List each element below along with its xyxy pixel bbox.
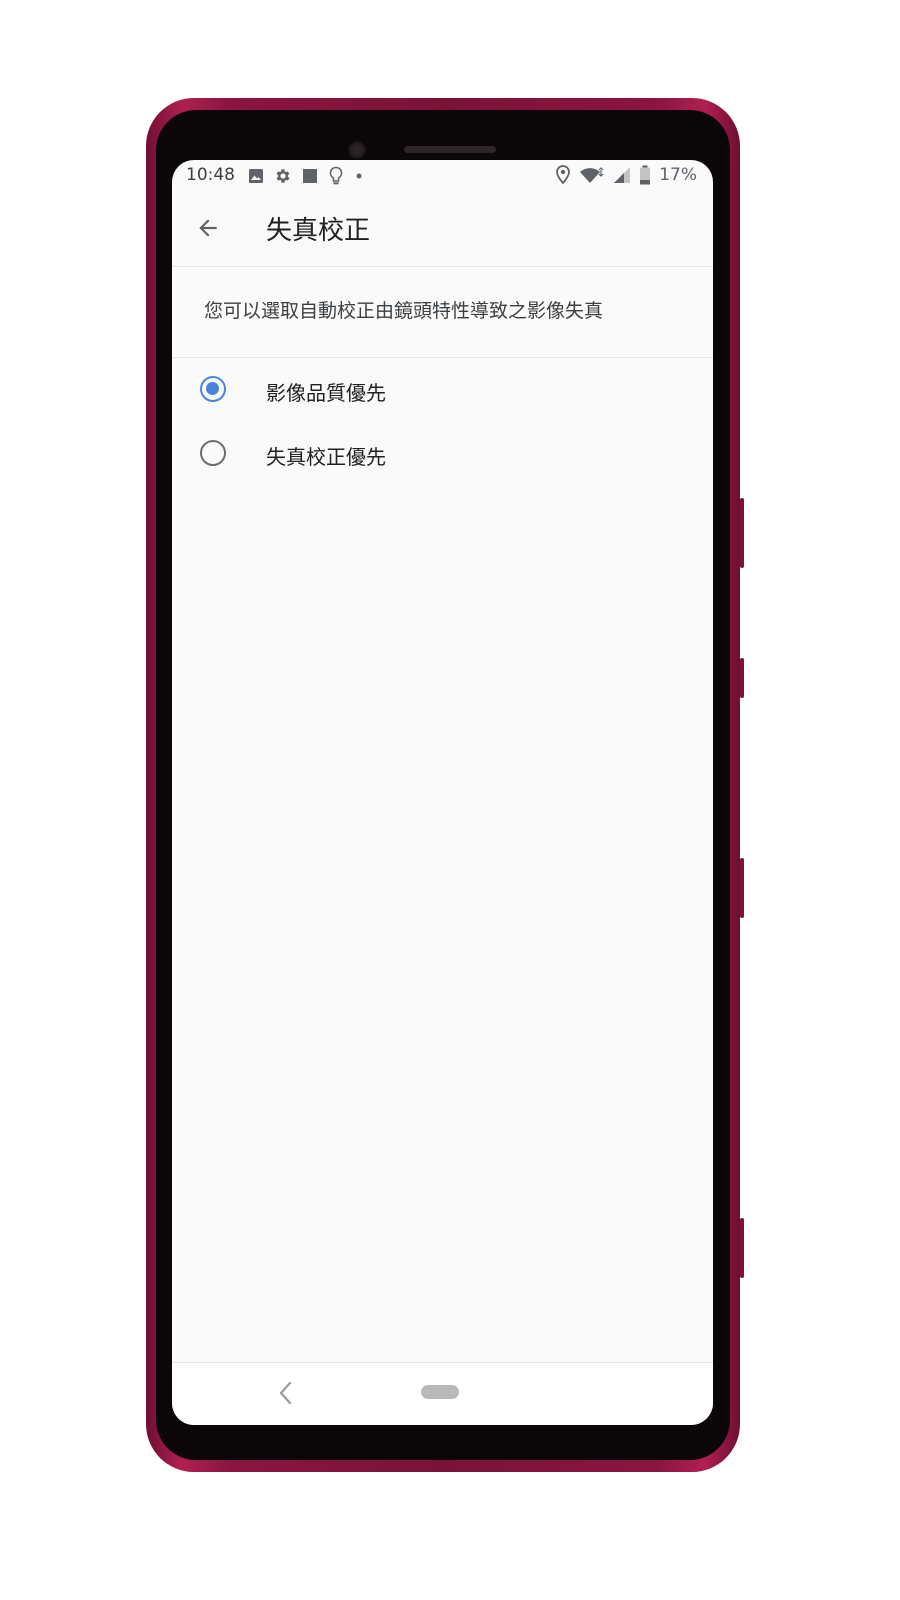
phone-screen: 10:48 17% 失真校正 您可以選取自動校正由鏡頭特性導致之影像失真 影像品… xyxy=(172,160,713,1425)
nav-home-pill[interactable] xyxy=(421,1385,459,1399)
notification-icons xyxy=(248,166,364,186)
wifi-icon xyxy=(580,167,604,183)
signal-icon xyxy=(614,167,631,183)
app-bar: 失真校正 xyxy=(172,192,713,267)
square-icon xyxy=(303,169,317,183)
lightbulb-icon xyxy=(329,166,343,185)
option-label: 影像品質優先 xyxy=(266,381,386,405)
shutter-button xyxy=(740,1218,744,1278)
power-button xyxy=(740,858,744,918)
divider xyxy=(172,357,713,358)
earpiece-speaker xyxy=(404,146,496,153)
side-sensor xyxy=(740,658,744,698)
gear-icon xyxy=(276,169,290,183)
location-icon xyxy=(556,165,571,185)
radio-button-unselected[interactable] xyxy=(200,440,226,466)
arrow-left-icon xyxy=(199,219,217,237)
option-image-quality-priority[interactable]: 影像品質優先 xyxy=(172,360,713,420)
volume-button xyxy=(740,498,744,568)
status-time: 10:48 xyxy=(186,165,235,185)
image-icon xyxy=(249,169,263,183)
radio-button-selected[interactable] xyxy=(200,376,226,402)
status-bar: 10:48 17% xyxy=(172,160,713,192)
settings-description: 您可以選取自動校正由鏡頭特性導致之影像失真 xyxy=(204,300,604,322)
front-camera xyxy=(348,141,366,159)
option-label: 失真校正優先 xyxy=(266,445,386,469)
system-icons: 17% xyxy=(555,165,697,185)
nav-back-icon[interactable] xyxy=(274,1379,298,1407)
battery-icon xyxy=(640,165,651,185)
option-distortion-correction-priority[interactable]: 失真校正優先 xyxy=(172,424,713,484)
dot-icon xyxy=(356,173,362,179)
page-title: 失真校正 xyxy=(266,216,371,246)
navigation-bar xyxy=(172,1362,713,1425)
battery-percent: 17% xyxy=(659,165,697,185)
back-button[interactable] xyxy=(190,210,226,246)
